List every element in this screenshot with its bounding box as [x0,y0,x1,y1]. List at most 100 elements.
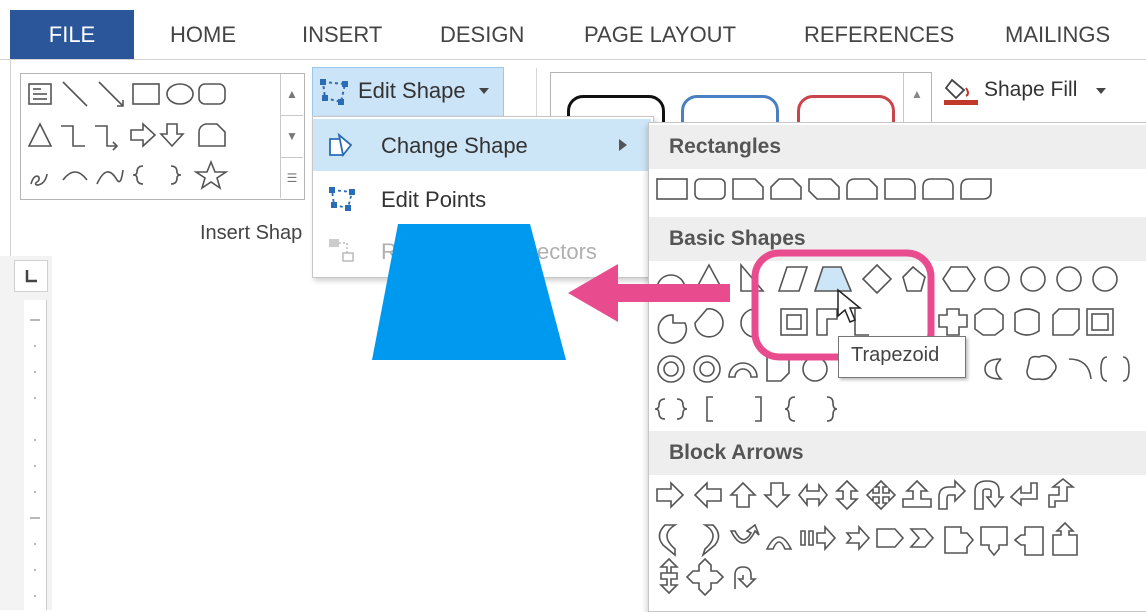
down-arrow-icon [763,482,791,509]
heptagon-icon [984,266,1010,292]
edit-shape-button[interactable]: Edit Shape [312,67,504,117]
oval-icon [166,83,194,105]
bent-up-arrow-icon [1048,477,1076,508]
scroll-down-icon[interactable]: ▼ [281,116,303,158]
moon-icon [984,358,1003,380]
menu-item-change-shape[interactable]: Change Shape [313,119,651,171]
change-shape-icon [329,132,353,158]
double-brace-icon [654,398,666,420]
triangle-icon [27,122,53,147]
up-arrow-callout-icon [1052,521,1078,556]
down-arrow-icon [159,123,185,148]
decagon-icon [1056,266,1082,292]
u-turn-arrow-icon [974,480,1005,510]
up-arrow-icon [729,481,757,508]
notched-right-arrow-icon [845,524,871,552]
insert-shapes-gallery[interactable] [20,73,305,200]
chevron-arrow-icon [909,528,935,548]
rectangles-row [656,178,992,200]
rectangle-icon [656,178,688,200]
shape-icons-grid [27,81,229,190]
right-arrow-callout-icon [944,526,975,554]
curved-down-arrow-icon [765,536,793,550]
section-header-rectangles: Rectangles [649,125,1146,169]
bent-arrow-icon [938,479,967,510]
ribbon-tab-bar: FILE HOME INSERT DESIGN PAGE LAYOUT REFE… [0,0,1146,60]
paint-bucket-icon [944,78,978,105]
menu-label-change-shape: Change Shape [381,133,528,158]
left-brace-icon [132,165,144,185]
octagon-icon [1020,266,1046,292]
line-icon [62,81,88,107]
left-up-arrow-icon [1009,482,1038,507]
snip-round-icon [846,178,878,200]
insert-shapes-group-label: Insert Shap [200,222,303,244]
menu-item-edit-points[interactable]: Edit Points [313,173,651,225]
right-brace-icon [826,396,838,422]
left-right-arrow-icon [797,482,829,508]
snip-corner-icon [732,178,764,200]
curved-left-arrow-icon [701,524,720,558]
block-arc-icon [728,362,758,378]
rounded-rectangle-icon [198,83,226,105]
vertical-ruler[interactable] [24,300,47,610]
snip-same-side-icon [770,178,802,200]
tab-mailings[interactable]: MAILINGS [1005,10,1110,60]
chevron-down-icon [479,88,489,94]
menu-label-edit-points: Edit Points [381,187,487,212]
pentagon-arrow-icon [876,528,905,548]
down-arrow-callout-icon [980,526,1008,557]
rectangle-icon [132,83,160,105]
trapezoid-tooltip: Trapezoid [838,336,966,378]
right-bracket-icon [755,396,762,422]
trapezoid-shape[interactable] [368,224,568,364]
dodecagon-icon [1092,266,1118,292]
scroll-up-icon[interactable]: ▲ [281,74,303,116]
tab-references[interactable]: REFERENCES [804,10,954,60]
block-arrows-grid [656,477,1078,597]
tab-design[interactable]: DESIGN [440,10,524,60]
circular-arrow-icon [734,566,757,589]
left-arrow-callout-icon [1013,526,1044,556]
ruler-ticks [30,319,40,597]
scroll-up-icon[interactable]: ▲ [904,87,930,101]
round-single-icon [884,178,916,200]
tab-selector[interactable] [14,260,48,292]
snip-shape-icon [198,123,226,147]
gallery-more-icon[interactable]: ☰ [281,158,303,199]
mouse-cursor-icon [837,288,863,323]
left-right-up-arrow-icon [902,479,932,508]
left-right-arrow-callout-icon [659,557,679,595]
tab-file[interactable]: FILE [10,10,134,60]
right-arrow-icon [130,122,157,148]
hexagon-icon [942,266,976,292]
plaque-icon [974,308,1004,336]
reroute-connectors-icon [329,239,354,262]
gallery-scroll[interactable]: ▲ ▼ ☰ [280,74,303,198]
round-diagonal-icon [960,178,992,200]
pointer-arrow-annotation [568,264,730,322]
tab-page-layout[interactable]: PAGE LAYOUT [584,10,736,60]
star-icon [193,159,229,190]
curved-up-arrow-icon [729,523,760,544]
edit-shape-icon [320,79,348,105]
left-brace-icon [784,396,796,422]
quad-arrow-icon [865,479,897,511]
cloud-icon [1026,354,1057,381]
can-icon [1014,308,1040,336]
edit-points-icon [329,187,355,211]
shape-fill-label: Shape Fill [984,78,1078,101]
arc-icon [1068,358,1092,380]
cube-icon [1052,308,1080,336]
double-bracket-icon [1100,356,1108,382]
tab-home[interactable]: HOME [170,10,236,60]
arc-icon [62,171,88,181]
quad-arrow-callout-icon [685,557,725,597]
curved-right-arrow-icon [658,524,678,557]
edit-shape-label: Edit Shape [358,78,466,103]
tab-insert[interactable]: INSERT [302,10,382,60]
arrow-line-icon [98,81,124,107]
submenu-arrow-icon [619,139,627,151]
tooltip-text: Trapezoid [851,344,940,366]
chevron-down-icon [1096,88,1106,94]
